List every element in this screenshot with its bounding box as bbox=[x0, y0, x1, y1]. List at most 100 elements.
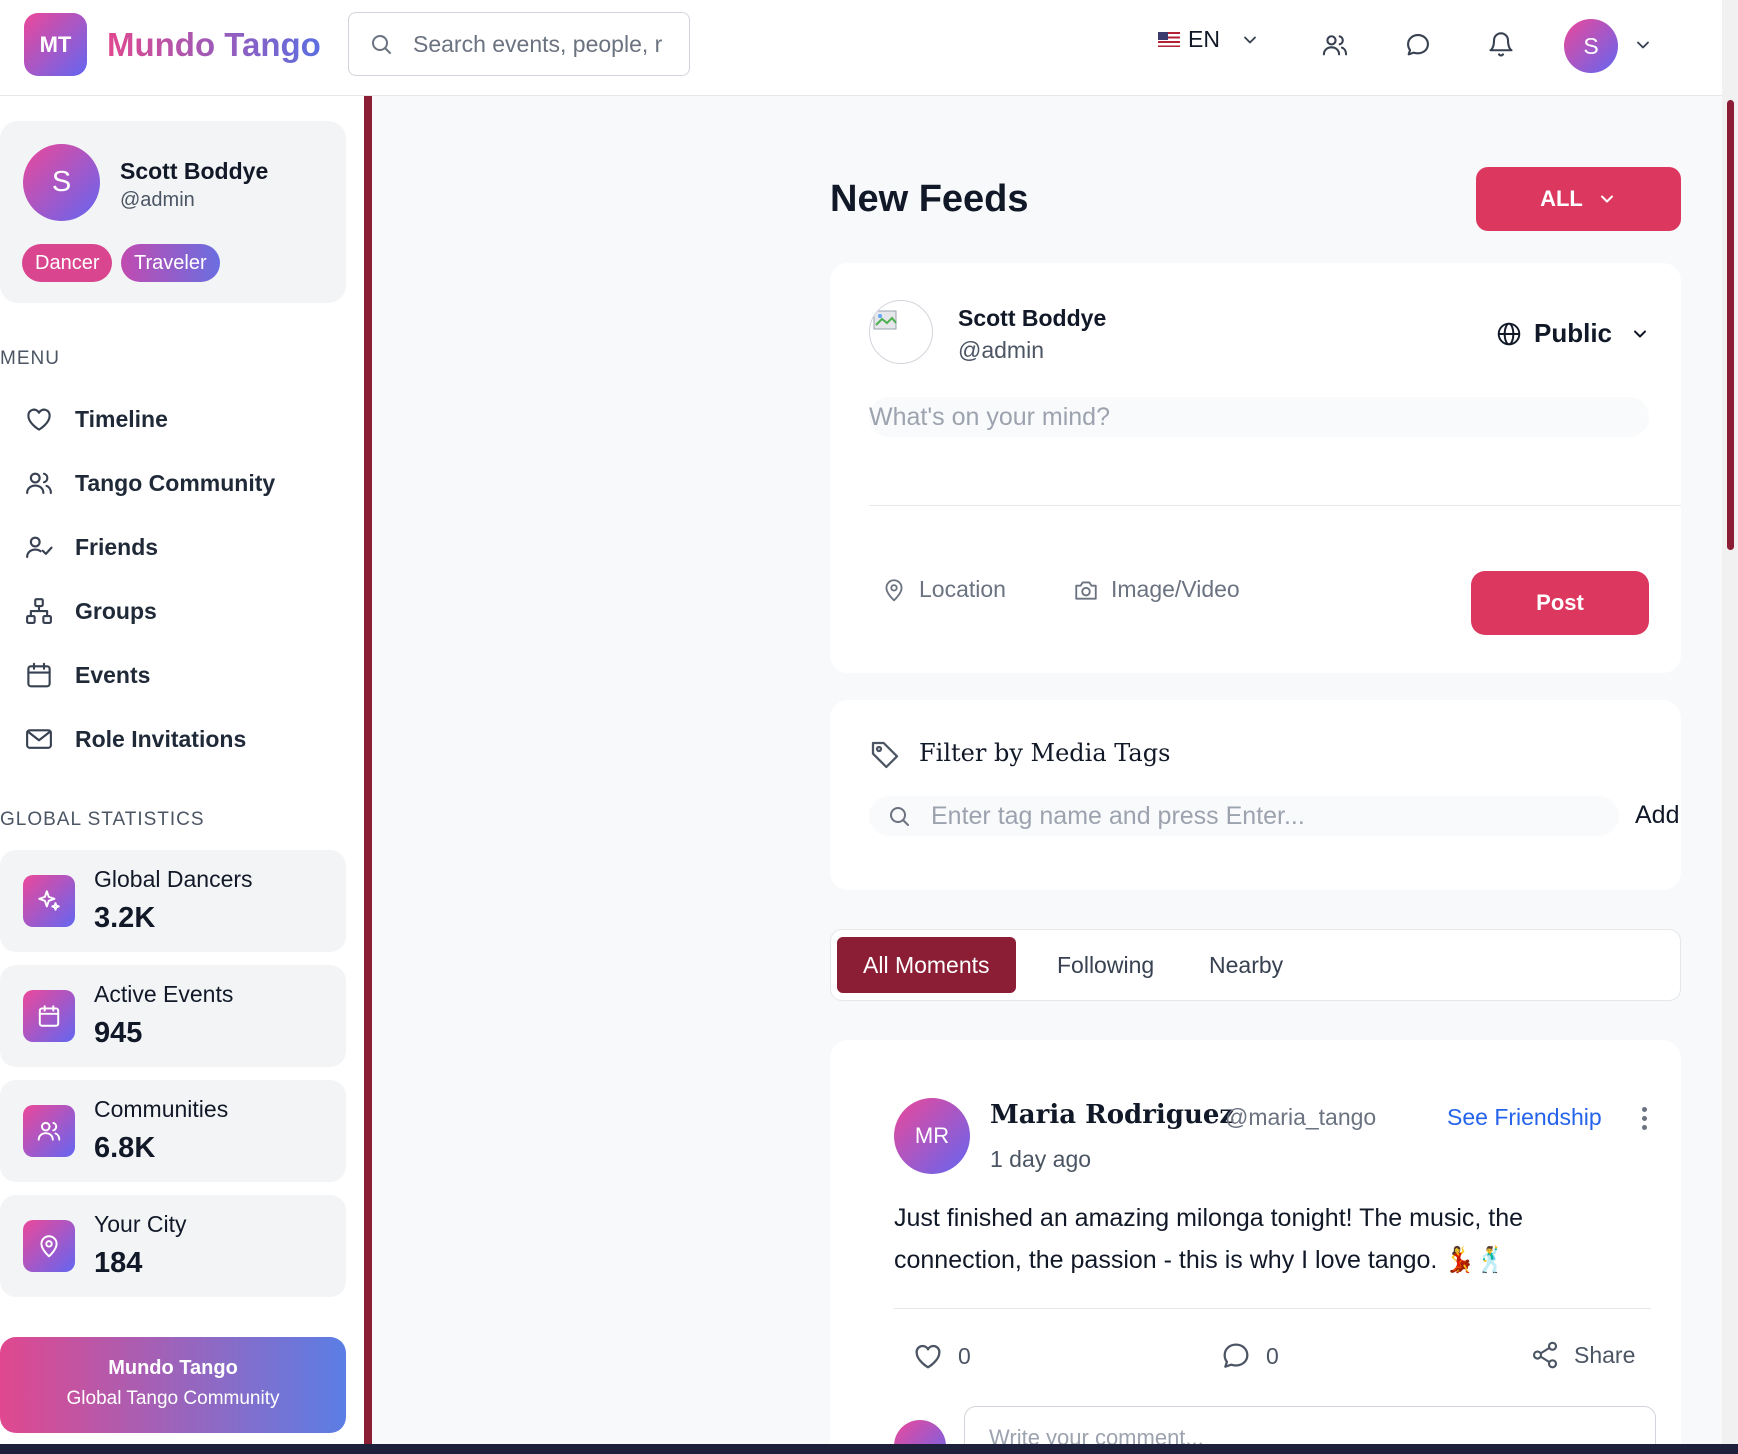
logo-badge[interactable]: MT bbox=[24, 13, 87, 76]
composer-author-handle: @admin bbox=[958, 337, 1044, 363]
profile-handle: @admin bbox=[120, 189, 195, 211]
page-scrollbar[interactable] bbox=[1722, 0, 1738, 1444]
share-button[interactable]: Share bbox=[1530, 1340, 1635, 1370]
app-name[interactable]: Mundo Tango bbox=[107, 24, 321, 66]
post-button[interactable]: Post bbox=[1471, 571, 1649, 635]
globe-icon bbox=[1496, 321, 1522, 347]
stat-value: 3.2K bbox=[94, 902, 156, 934]
sidebar-item-tango-community[interactable]: Tango Community bbox=[22, 463, 275, 503]
post-author-handle[interactable]: @maria_tango bbox=[1225, 1104, 1376, 1131]
composer-author-name: Scott Boddye bbox=[958, 305, 1107, 331]
brand-card: Mundo Tango Global Tango Community bbox=[0, 1337, 346, 1433]
feed-post: MR Maria Rodriguez @maria_tango 1 day ag… bbox=[830, 1040, 1681, 1444]
more-options-icon[interactable] bbox=[1634, 1100, 1654, 1136]
tab-all-moments[interactable]: All Moments bbox=[837, 937, 1016, 993]
post-composer: Scott Boddye @admin Public What's on you… bbox=[830, 263, 1681, 673]
account-chevron-down-icon[interactable] bbox=[1624, 26, 1662, 64]
role-badge-dancer: Dancer bbox=[22, 244, 113, 282]
profile-card[interactable]: S Scott Boddye @admin Dancer Traveler bbox=[0, 121, 346, 303]
users-icon bbox=[23, 1105, 75, 1157]
language-code: EN bbox=[1188, 26, 1220, 52]
stat-label: Active Events bbox=[94, 981, 234, 1007]
media-tag-filter: Filter by Media Tags Enter tag name and … bbox=[830, 700, 1681, 890]
language-selector[interactable]: EN bbox=[1158, 26, 1260, 53]
comment-input[interactable]: Write your comment... bbox=[964, 1406, 1656, 1444]
add-media-button[interactable]: Image/Video bbox=[1073, 576, 1240, 603]
filter-title: Filter by Media Tags bbox=[919, 739, 1171, 767]
stat-card-your-city: Your City 184 bbox=[0, 1195, 346, 1297]
brand-subtitle: Global Tango Community bbox=[66, 1388, 280, 1409]
sidebar-item-label: Groups bbox=[75, 597, 157, 624]
tag-search-input[interactable]: Enter tag name and press Enter... bbox=[869, 796, 1619, 836]
post-text-input[interactable]: What's on your mind? bbox=[869, 397, 1649, 437]
sidebar-item-label: Tango Community bbox=[75, 469, 276, 496]
heart-icon bbox=[22, 402, 56, 436]
location-label: Location bbox=[919, 576, 1006, 602]
see-friendship-link[interactable]: See Friendship bbox=[1447, 1104, 1602, 1131]
composer-divider bbox=[869, 505, 1681, 506]
like-count: 0 bbox=[958, 1342, 971, 1369]
post-divider bbox=[894, 1308, 1651, 1309]
share-label: Share bbox=[1574, 1341, 1636, 1368]
bell-icon[interactable] bbox=[1482, 26, 1520, 64]
post-author-name[interactable]: Maria Rodriguez bbox=[990, 1100, 1234, 1130]
network-icon bbox=[22, 594, 56, 628]
post-author-avatar[interactable]: MR bbox=[894, 1098, 970, 1174]
camera-icon bbox=[1073, 577, 1111, 603]
scrollbar-thumb[interactable] bbox=[1727, 100, 1734, 550]
search-input[interactable] bbox=[413, 30, 668, 58]
commenter-avatar bbox=[894, 1420, 946, 1444]
left-sidebar: S Scott Boddye @admin Dancer Traveler ME… bbox=[0, 96, 372, 1444]
stat-card-communities: Communities 6.8K bbox=[0, 1080, 346, 1182]
search-box[interactable] bbox=[348, 12, 690, 76]
tab-nearby[interactable]: Nearby bbox=[1183, 937, 1309, 993]
comment-button[interactable]: 0 bbox=[1220, 1340, 1279, 1372]
role-badge-traveler: Traveler bbox=[121, 244, 220, 282]
feed-filter-label: ALL bbox=[1540, 186, 1583, 211]
share-icon bbox=[1530, 1340, 1574, 1370]
messages-icon[interactable] bbox=[1399, 26, 1437, 64]
us-flag-icon bbox=[1158, 32, 1180, 47]
sidebar-item-label: Timeline bbox=[75, 405, 168, 432]
heart-icon bbox=[912, 1340, 958, 1372]
comment-icon bbox=[1220, 1340, 1266, 1372]
profile-name[interactable]: Scott Boddye bbox=[120, 158, 268, 185]
media-label: Image/Video bbox=[1111, 576, 1240, 602]
sidebar-item-timeline[interactable]: Timeline bbox=[22, 399, 168, 439]
chevron-down-icon bbox=[1240, 30, 1260, 50]
profile-avatar[interactable]: S bbox=[23, 144, 100, 221]
stat-label: Communities bbox=[94, 1096, 229, 1122]
sidebar-item-label: Events bbox=[75, 661, 151, 688]
search-icon bbox=[369, 32, 393, 56]
sidebar-item-friends[interactable]: Friends bbox=[22, 527, 158, 567]
post-body: Just finished an amazing milonga tonight… bbox=[894, 1204, 1524, 1274]
sidebar-item-events[interactable]: Events bbox=[22, 655, 150, 695]
stat-card-active-events: Active Events 945 bbox=[0, 965, 346, 1067]
chevron-down-icon bbox=[1583, 189, 1617, 209]
page: MT Mundo Tango EN S bbox=[0, 0, 1738, 1444]
sidebar-item-role-invitations[interactable]: Role Invitations bbox=[22, 719, 246, 759]
composer-avatar-image bbox=[869, 300, 933, 364]
user-avatar[interactable]: S bbox=[1564, 19, 1618, 73]
menu-section-label: MENU bbox=[0, 348, 60, 369]
brand-title: Mundo Tango bbox=[108, 1357, 238, 1379]
sidebar-item-label: Friends bbox=[75, 533, 159, 560]
sidebar-item-groups[interactable]: Groups bbox=[22, 591, 157, 631]
chevron-down-icon bbox=[1630, 324, 1650, 344]
like-button[interactable]: 0 bbox=[912, 1340, 971, 1372]
add-tag-button[interactable]: Add bbox=[1635, 801, 1679, 830]
search-icon bbox=[887, 804, 911, 828]
feed-filter-dropdown[interactable]: ALL bbox=[1476, 167, 1681, 231]
privacy-label: Public bbox=[1534, 318, 1613, 348]
privacy-selector[interactable]: Public bbox=[1496, 318, 1650, 349]
map-pin-icon bbox=[881, 577, 919, 603]
sparkles-icon bbox=[23, 875, 75, 927]
mail-icon bbox=[22, 722, 56, 756]
tab-following[interactable]: Following bbox=[1031, 937, 1180, 993]
stat-card-global-dancers: Global Dancers 3.2K bbox=[0, 850, 346, 952]
tag-icon bbox=[869, 739, 901, 771]
stat-label: Global Dancers bbox=[94, 866, 253, 892]
friends-icon[interactable] bbox=[1316, 26, 1354, 64]
add-location-button[interactable]: Location bbox=[881, 576, 1006, 603]
calendar-icon bbox=[23, 990, 75, 1042]
